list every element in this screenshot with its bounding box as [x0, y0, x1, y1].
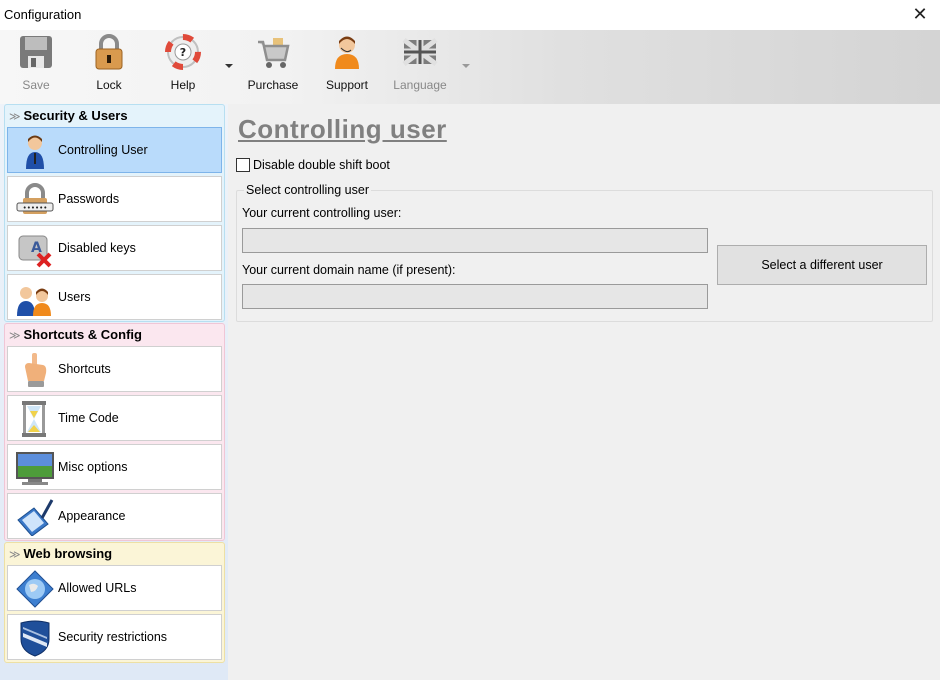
current-user-label: Your current controlling user:: [242, 206, 402, 220]
padlock-icon: [91, 34, 127, 70]
support-button[interactable]: Support: [320, 34, 374, 96]
uk-flag-icon: [402, 34, 438, 70]
users-icon: [16, 279, 54, 317]
domain-name-label: Your current domain name (if present):: [242, 263, 456, 277]
sidebar: ≫ Security & Users Controlling User •••••…: [0, 104, 228, 680]
group-header-web-browsing[interactable]: ≫ Web browsing: [5, 543, 224, 565]
help-button[interactable]: ? Help: [162, 34, 204, 96]
sidebar-item-shortcuts[interactable]: Shortcuts: [7, 346, 222, 392]
sidebar-item-label: Allowed URLs: [58, 581, 137, 595]
globe-icon: [16, 570, 54, 608]
sidebar-item-time-code[interactable]: Time Code: [7, 395, 222, 441]
collapse-chevron-icon: ≫: [9, 111, 21, 123]
toolbar: Save Lock ? Help Purchase Support Langua…: [0, 30, 940, 104]
help-dropdown-caret[interactable]: [225, 64, 233, 68]
select-controlling-user-group: Select controlling user Your current con…: [236, 183, 933, 322]
shopping-cart-icon: [255, 34, 291, 70]
user-icon: [16, 132, 54, 170]
group-header-security-users[interactable]: ≫ Security & Users: [5, 105, 224, 127]
sidebar-item-label: Appearance: [58, 509, 126, 523]
sidebar-item-label: Security restrictions: [58, 630, 168, 644]
monitor-icon: [16, 449, 54, 487]
language-label: Language: [393, 78, 447, 92]
disable-double-shift-boot-option[interactable]: Disable double shift boot: [236, 157, 390, 173]
lock-button[interactable]: Lock: [88, 34, 130, 96]
disable-double-shift-boot-label: Disable double shift boot: [253, 158, 390, 172]
group-web-browsing: ≫ Web browsing Allowed URLs Security rest…: [4, 542, 225, 663]
language-button[interactable]: Language: [388, 34, 452, 96]
shield-icon: [16, 619, 54, 657]
sidebar-item-allowed-urls[interactable]: Allowed URLs: [7, 565, 222, 611]
pointing-hand-icon: [16, 351, 54, 389]
lifebuoy-icon: ?: [165, 34, 201, 70]
sidebar-item-label: Controlling User: [58, 143, 148, 157]
collapse-chevron-icon: ≫: [9, 330, 21, 342]
group-header-shortcuts-config[interactable]: ≫ Shortcuts & Config: [5, 324, 224, 346]
window-title: Configuration: [4, 7, 82, 22]
purchase-label: Purchase: [247, 78, 299, 92]
close-icon[interactable]: ✕: [910, 4, 930, 24]
svg-text:?: ?: [180, 46, 186, 59]
sidebar-item-passwords[interactable]: •••••• Passwords: [7, 176, 222, 222]
sidebar-item-label: Users: [58, 290, 91, 304]
paint-tablet-icon: [16, 498, 54, 537]
lock-label: Lock: [96, 78, 122, 92]
sidebar-item-label: Disabled keys: [58, 241, 136, 255]
page-title: Controlling user: [238, 114, 447, 144]
sidebar-item-appearance[interactable]: Appearance: [7, 493, 222, 539]
purchase-button[interactable]: Purchase: [244, 34, 302, 96]
group-security-users: ≫ Security & Users Controlling User •••••…: [4, 104, 225, 322]
svg-text:••••••: ••••••: [23, 204, 48, 212]
domain-name-field[interactable]: [242, 284, 708, 309]
support-label: Support: [325, 78, 369, 92]
collapse-chevron-icon: ≫: [9, 549, 21, 561]
sidebar-item-security-restrictions[interactable]: Security restrictions: [7, 614, 222, 660]
group-title: Web browsing: [23, 546, 113, 561]
language-dropdown-caret[interactable]: [462, 64, 470, 68]
sidebar-item-label: Misc options: [58, 460, 128, 474]
support-agent-icon: [329, 34, 365, 70]
select-different-user-button[interactable]: Select a different user: [717, 245, 927, 285]
disabled-key-icon: A: [16, 230, 54, 268]
floppy-disk-icon: [18, 34, 54, 70]
save-label: Save: [22, 78, 50, 92]
group-legend: Select controlling user: [244, 183, 371, 197]
sidebar-item-controlling-user[interactable]: Controlling User: [7, 127, 222, 173]
sidebar-item-label: Shortcuts: [58, 362, 111, 376]
sidebar-item-disabled-keys[interactable]: A Disabled keys: [7, 225, 222, 271]
group-shortcuts-config: ≫ Shortcuts & Config Shortcuts Time Code …: [4, 323, 225, 541]
group-title: Shortcuts & Config: [23, 327, 142, 342]
save-button[interactable]: Save: [14, 34, 58, 96]
current-user-field[interactable]: [242, 228, 708, 253]
sidebar-item-users[interactable]: Users: [7, 274, 222, 320]
help-label: Help: [170, 78, 196, 92]
sidebar-item-misc-options[interactable]: Misc options: [7, 444, 222, 490]
password-lock-icon: ••••••: [16, 181, 54, 219]
title-bar: Configuration ✕: [0, 0, 940, 30]
main-panel: Controlling user Disable double shift bo…: [228, 104, 940, 680]
sidebar-item-label: Time Code: [58, 411, 119, 425]
disable-double-shift-boot-checkbox[interactable]: [236, 158, 250, 172]
sidebar-item-label: Passwords: [58, 192, 120, 206]
group-title: Security & Users: [23, 108, 128, 123]
hourglass-icon: [16, 400, 54, 438]
